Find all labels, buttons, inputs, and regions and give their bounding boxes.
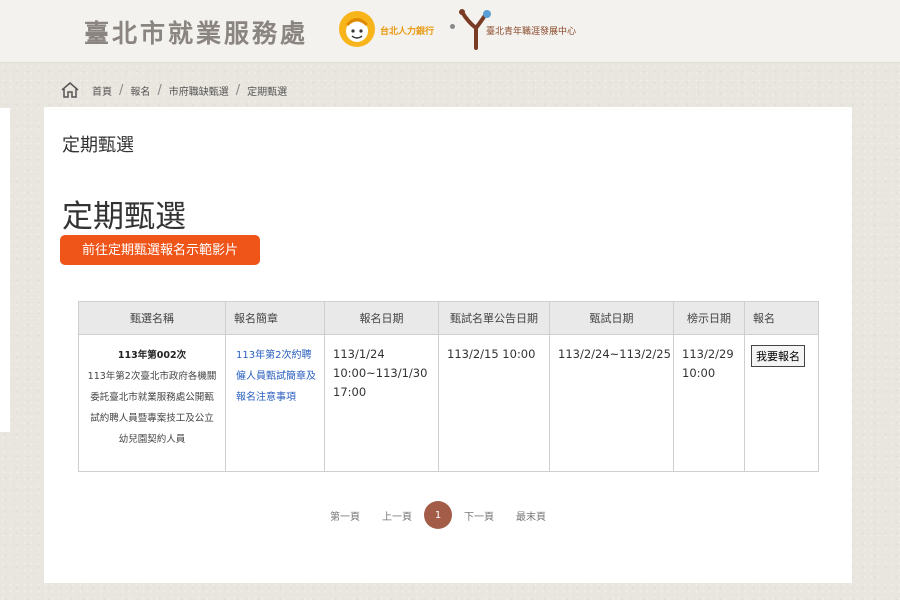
site-title[interactable]: 臺北市就業服務處	[84, 14, 308, 50]
pagination-first[interactable]: 第一頁	[330, 508, 360, 523]
signup-date-cell: 113/1/24 10:00~113/1/30 17:00	[324, 334, 439, 472]
selection-name: 113年第2次臺北市政府各機關委託臺北市就業服務處公開甄試約聘人員暨專案技工及公…	[87, 371, 217, 445]
breadcrumb-separator: /	[119, 82, 124, 98]
site-header: 臺北市就業服務處 台北人力銀行 臺北青年職涯發展中心	[0, 0, 900, 63]
hr-bank-logo-text[interactable]: 台北人力銀行	[380, 24, 434, 37]
column-header: 報名日期	[324, 301, 439, 335]
breadcrumb-current[interactable]: 定期甄選	[247, 83, 287, 98]
left-panel-edge	[0, 108, 10, 432]
breadcrumb-signup[interactable]: 報名	[130, 83, 150, 98]
selection-name-cell: 113年第002次 113年第2次臺北市政府各機關委託臺北市就業服務處公開甄試約…	[78, 334, 226, 472]
pagination-current-page[interactable]: 1	[424, 501, 452, 529]
result-date-cell: 113/2/29 10:00	[673, 334, 745, 472]
breadcrumb-separator: /	[235, 82, 241, 98]
breadcrumb-home[interactable]: 首頁	[92, 83, 112, 98]
brochure-cell: 113年第2次約聘僱人員甄試簡章及報名注意事項	[225, 334, 325, 472]
breadcrumb-city-jobs[interactable]: 市府職缺甄選	[169, 83, 229, 98]
column-header: 甄試日期	[549, 301, 674, 335]
signup-action-cell: 我要報名	[744, 334, 819, 472]
column-header: 甄選名稱	[78, 301, 226, 335]
table-row: 113年第002次 113年第2次臺北市政府各機關委託臺北市就業服務處公開甄試約…	[78, 334, 819, 472]
brochure-link[interactable]: 113年第2次約聘僱人員甄試簡章及報名注意事項	[236, 350, 316, 403]
page-title: 定期甄選	[62, 135, 134, 156]
column-header: 報名簡章	[225, 301, 325, 335]
announce-date-cell: 113/2/15 10:00	[438, 334, 550, 472]
section-heading: 定期甄選	[62, 199, 186, 235]
home-icon[interactable]	[60, 81, 80, 99]
signup-button[interactable]: 我要報名	[751, 345, 805, 367]
pagination: 第一頁 上一頁 1 下一頁 最末頁	[330, 501, 546, 529]
pagination-next[interactable]: 下一頁	[464, 508, 494, 523]
exam-date-cell: 113/2/24~113/2/25	[549, 334, 674, 472]
video-demo-button[interactable]: 前往定期甄選報名示範影片	[60, 235, 260, 265]
column-header: 報名	[744, 301, 819, 335]
pagination-last[interactable]: 最末頁	[516, 508, 546, 523]
hr-bank-logo-icon[interactable]	[338, 10, 376, 48]
selection-table: 甄選名稱 報名簡章 報名日期 甄試名單公告日期 甄試日期 榜示日期 報名 113…	[78, 301, 819, 472]
breadcrumb: 首頁 / 報名 / 市府職缺甄選 / 定期甄選	[60, 80, 287, 100]
breadcrumb-separator: /	[157, 82, 162, 98]
selection-id: 113年第002次	[117, 350, 187, 361]
column-header: 榜示日期	[673, 301, 745, 335]
youth-career-logo-text[interactable]: 臺北青年職涯發展中心	[486, 24, 576, 37]
table-header-row: 甄選名稱 報名簡章 報名日期 甄試名單公告日期 甄試日期 榜示日期 報名	[78, 301, 819, 335]
selection-table-wrapper: 甄選名稱 報名簡章 報名日期 甄試名單公告日期 甄試日期 榜示日期 報名 113…	[78, 301, 819, 472]
column-header: 甄試名單公告日期	[438, 301, 550, 335]
pagination-prev[interactable]: 上一頁	[382, 508, 412, 523]
main-content-card: 定期甄選 定期甄選 前往定期甄選報名示範影片 甄選名稱 報名簡章 報名日期 甄試…	[44, 107, 852, 583]
logo-separator-dot	[450, 24, 455, 29]
